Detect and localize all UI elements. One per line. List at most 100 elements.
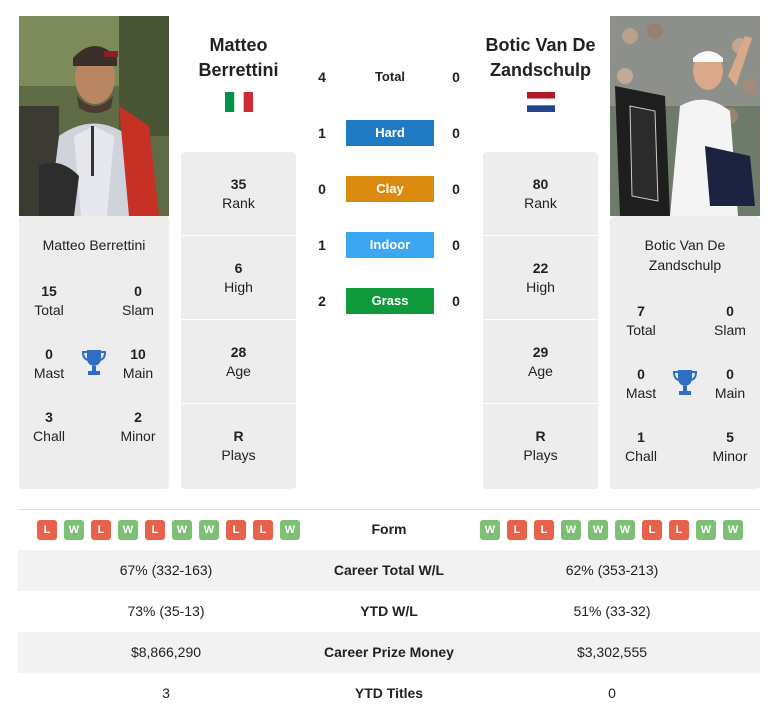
comparison-table: LWLWLWWLLW Form WLLWWWLLWW 67% (332-163)… (18, 509, 760, 714)
player1-mast-label: Mast (33, 365, 65, 381)
player1-mast-value: 0 (45, 346, 53, 362)
h2h-indoor-p2: 0 (452, 237, 460, 253)
player1-photo (19, 16, 169, 216)
h2h-clay-p2: 0 (452, 181, 460, 197)
player2-ytd-titles: 0 (608, 685, 616, 701)
player2-plays-label: Plays (523, 447, 558, 463)
player2-total-titles: 7 Total (601, 302, 681, 340)
prize-label: Career Prize Money (324, 644, 454, 660)
player1-rank-value: 35 (230, 175, 247, 192)
player1-form-badge[interactable]: L (37, 520, 57, 540)
player2-card-name-line2: Zandschulp (648, 257, 722, 273)
surface-grass-badge[interactable]: Grass (346, 288, 434, 314)
player1-form-badge[interactable]: L (91, 520, 111, 540)
player2-mast-label: Mast (625, 385, 657, 401)
table-row-career-wl: 67% (332-163) Career Total W/L 62% (353-… (18, 550, 760, 591)
player1-total-label: Total (34, 302, 64, 318)
player2-form-list: WLLWWWLLWW (480, 520, 743, 540)
player2-career-wl: 62% (353-213) (565, 562, 659, 578)
player1-form-badge[interactable]: L (145, 520, 165, 540)
player2-form-badge[interactable]: L (507, 520, 527, 540)
player2-main-value: 0 (726, 366, 734, 382)
player1-total-value: 15 (41, 283, 57, 299)
player1-minor-label: Minor (120, 428, 156, 444)
table-row-prize: $8,866,290 Career Prize Money $3,302,555 (18, 632, 760, 673)
h2h-clay-p1: 0 (318, 181, 326, 197)
player1-form-badge[interactable]: W (118, 520, 138, 540)
player1-name-heading[interactable]: Matteo Berrettini (181, 33, 296, 83)
player1-age-value: 28 (230, 343, 247, 360)
player2-prize: $3,302,555 (576, 644, 648, 660)
h2h-total-row: 4 Total 0 (310, 64, 470, 90)
player2-card-name[interactable]: Botic Van De Zandschulp (610, 235, 760, 275)
player2-slam-label: Slam (714, 322, 746, 338)
player1-form-badge[interactable]: L (226, 520, 246, 540)
player1-high-label: High (224, 278, 253, 295)
player1-card-name[interactable]: Matteo Berrettini (19, 235, 169, 255)
h2h-total-p2: 0 (452, 69, 460, 85)
player1-mast-titles: 0 Mast (9, 345, 89, 383)
player1-slam-value: 0 (134, 283, 142, 299)
h2h-grass-p1: 2 (318, 293, 326, 309)
player1-form-badge[interactable]: L (253, 520, 273, 540)
player1-plays-label: Plays (221, 447, 256, 463)
player1-age-label: Age (226, 362, 251, 379)
player1-chall-value: 3 (45, 409, 53, 425)
h2h-hard-p1: 1 (318, 125, 326, 141)
player2-form-badge[interactable]: L (642, 520, 662, 540)
h2h-total-p1: 4 (318, 69, 326, 85)
italy-flag-icon (225, 92, 253, 112)
player2-rank: 80 Rank (483, 152, 598, 236)
player2-minor-value: 5 (726, 429, 734, 445)
player2-form-badge[interactable]: W (588, 520, 608, 540)
player1-form-badge[interactable]: W (172, 520, 192, 540)
player1-form-list: LWLWLWWLLW (37, 520, 300, 540)
form-label: Form (371, 521, 407, 537)
player2-form-badge[interactable]: W (696, 520, 716, 540)
player1-high: 6 High (181, 236, 296, 320)
player2-form-badge[interactable]: L (534, 520, 554, 540)
surface-hard-badge[interactable]: Hard (346, 120, 434, 146)
player2-plays: R Plays (483, 404, 598, 488)
player2-minor-titles: 5 Minor (690, 428, 770, 466)
player2-age-label: Age (528, 362, 553, 379)
player1-chall-label: Chall (33, 428, 65, 444)
player2-age-value: 29 (532, 343, 549, 360)
player1-prize: $8,866,290 (130, 644, 202, 660)
player2-form-badge[interactable]: W (480, 520, 500, 540)
player1-age: 28 Age (181, 320, 296, 404)
h2h-total-label: Total (374, 69, 406, 84)
player2-high-label: High (526, 278, 555, 295)
surface-clay-badge[interactable]: Clay (346, 176, 434, 202)
table-row-ytd-titles: 3 YTD Titles 0 (18, 673, 760, 714)
player1-ytd-wl: 73% (35-13) (127, 603, 205, 619)
player2-plays-value: R (535, 428, 546, 444)
player1-form-badge[interactable]: W (199, 520, 219, 540)
player1-name-text: Matteo Berrettini (198, 35, 279, 80)
player2-form-badge[interactable]: W (561, 520, 581, 540)
player2-card-name-line1: Botic Van De (644, 237, 726, 253)
player2-rank-label: Rank (524, 194, 557, 211)
h2h-hard-row: 1 Hard 0 (310, 120, 470, 146)
player1-info-column: 35 Rank 6 High 28 Age R Plays (181, 152, 296, 489)
player1-slam-titles: 0 Slam (98, 282, 178, 320)
player1-slam-label: Slam (122, 302, 154, 318)
netherlands-flag-icon (527, 92, 555, 112)
player1-plays-value: R (233, 428, 244, 444)
player2-name-line2: Zandschulp (489, 60, 591, 80)
player2-slam-value: 0 (726, 303, 734, 319)
player1-main-label: Main (122, 365, 154, 381)
player1-rank-label: Rank (222, 194, 255, 211)
player2-mast-titles: 0 Mast (601, 365, 681, 403)
player2-name-heading[interactable]: Botic Van De Zandschulp (472, 33, 609, 83)
player2-chall-label: Chall (625, 448, 657, 464)
player1-form-badge[interactable]: W (64, 520, 84, 540)
player2-form-badge[interactable]: L (669, 520, 689, 540)
player1-chall-titles: 3 Chall (9, 408, 89, 446)
player1-form-badge[interactable]: W (280, 520, 300, 540)
player2-form-badge[interactable]: W (723, 520, 743, 540)
surface-indoor-badge[interactable]: Indoor (346, 232, 434, 258)
player2-rank-value: 80 (532, 175, 549, 192)
player2-form-badge[interactable]: W (615, 520, 635, 540)
player1-career-wl: 67% (332-163) (119, 562, 213, 578)
